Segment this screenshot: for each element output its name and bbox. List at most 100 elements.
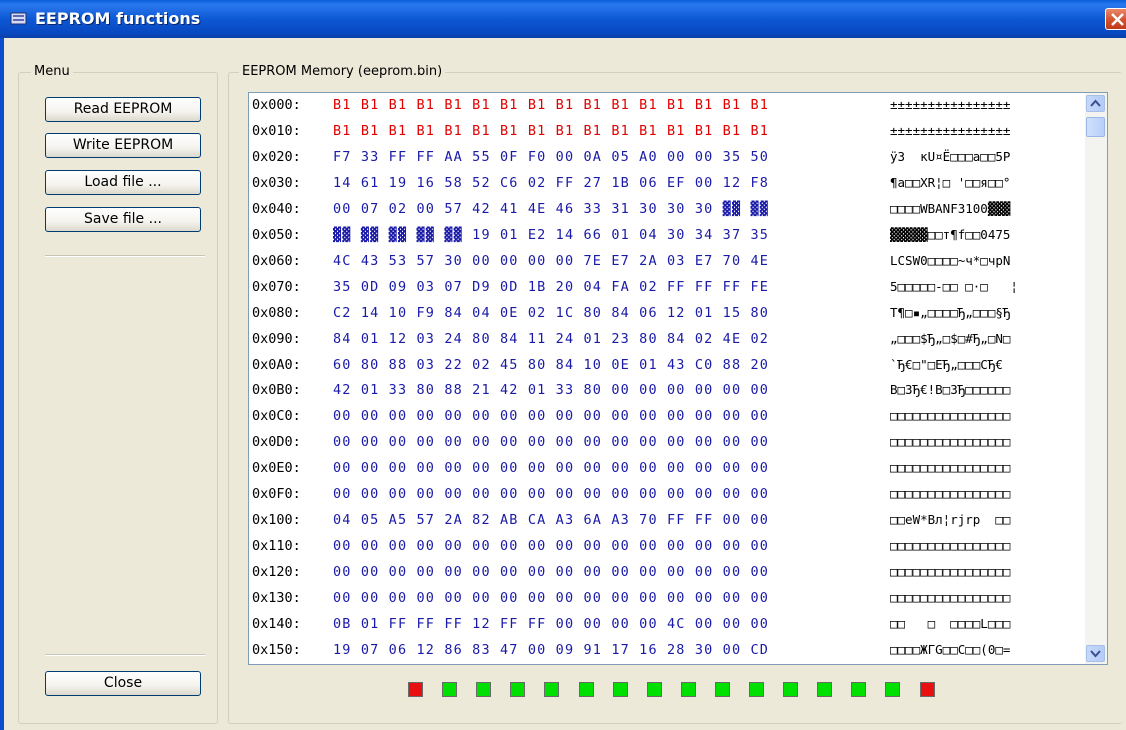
hex-row-bytes: 35 0D 09 03 07 D9 0D 1B 20 04 FA 02 FF F… (333, 278, 770, 295)
eeprom-memory-label: EEPROM Memory (eeprom.bin) (239, 64, 446, 79)
hex-row-bytes: 00 00 00 00 00 00 00 00 00 00 00 00 00 0… (333, 486, 770, 503)
hex-row-bytes: 00 00 00 00 00 00 00 00 00 00 00 00 00 0… (333, 434, 770, 451)
status-indicator-green (680, 682, 696, 697)
hex-row-ascii: □□□□□□□□□□□□□□□□ (890, 460, 1011, 476)
hex-row-address: 0x0A0: (252, 356, 301, 373)
hex-row-address: 0x070: (252, 278, 301, 295)
close-icon (1111, 13, 1124, 26)
window-left-border (0, 38, 4, 730)
hex-row-bytes: ▓▓ ▓▓ ▓▓ ▓▓ ▓▓ 19 01 E2 14 66 01 04 30 3… (333, 226, 770, 243)
hex-row-bytes: 00 00 00 00 00 00 00 00 00 00 00 00 00 0… (333, 538, 770, 555)
hex-row-address: 0x030: (252, 174, 301, 191)
hex-row-address: 0x040: (252, 200, 301, 217)
hex-row-address: 0x0C0: (252, 408, 301, 425)
hex-row-ascii: ±±±±±±±±±±±±±±±± (890, 97, 1011, 112)
hex-row-ascii: □□□□□□□□□□□□□□□□ (890, 564, 1011, 580)
menu-separator-top (45, 255, 205, 257)
hex-row-address: 0x140: (252, 616, 301, 632)
read-eeprom-button[interactable]: Read EEPROM (45, 97, 201, 122)
hex-view[interactable]: 0x000: B1 B1 B1 B1 B1 B1 B1 B1 B1 B1 B1 B… (248, 92, 1108, 665)
status-indicator-green (714, 682, 730, 697)
hex-row-ascii: ±±±±±±±±±±±±±±±± (890, 122, 1011, 138)
hex-row-bytes: C2 14 10 F9 84 04 0E 02 1C 80 84 06 12 0… (333, 304, 770, 321)
hex-row-bytes: 60 80 88 03 22 02 45 80 84 10 0E 01 43 C… (333, 356, 770, 373)
hex-row-ascii: LCSW0□□□□~ч*□чpN (890, 252, 1011, 268)
hex-row-ascii: □□ □ □□□□L□□□ (890, 616, 1011, 631)
hex-row-bytes: 19 07 06 12 86 83 47 00 09 91 17 16 28 3… (333, 641, 770, 658)
menu-group-label: Menu (31, 64, 73, 79)
title-bar[interactable]: EEPROM functions (0, 0, 1126, 38)
hex-row-ascii: ¶a□□XR¦□ '□□я□□° (890, 174, 1011, 190)
status-indicator-green (783, 682, 799, 697)
hex-row-ascii: Т¶□▪„□□□□Ђ„□□□§Ђ (890, 304, 1011, 320)
close-window-button[interactable] (1105, 8, 1126, 30)
hex-row-bytes: 14 61 19 16 58 52 C6 02 FF 27 1B 06 EF 0… (333, 174, 770, 191)
hex-row-address: 0x130: (252, 590, 301, 607)
hex-row-address: 0x0F0: (252, 486, 301, 503)
hex-row-ascii: „□□□$Ђ„□$□#Ђ„□N□ (890, 330, 1011, 346)
hex-row-address: 0x100: (252, 512, 301, 529)
chevron-up-icon (1090, 99, 1101, 107)
hex-row-ascii: □□□□□□□□□□□□□□□□ (890, 408, 1011, 424)
hex-row-ascii: ▓▓▓▓▓□□т¶f□□0475 (890, 226, 1011, 242)
window-title: EEPROM functions (35, 9, 201, 28)
status-indicator-green (851, 682, 867, 697)
load-file-button[interactable]: Load file ... (45, 170, 201, 195)
hex-row-ascii: □□□□□□□□□□□□□□□□ (890, 434, 1011, 450)
hex-row-bytes: 00 00 00 00 00 00 00 00 00 00 00 00 00 0… (333, 590, 770, 607)
scroll-down-button[interactable] (1086, 645, 1105, 662)
hex-row-address: 0x010: (252, 122, 301, 139)
status-indicator-green (442, 682, 458, 697)
hex-row-address: 0x090: (252, 330, 301, 347)
scroll-thumb[interactable] (1086, 117, 1105, 137)
status-indicator-green (612, 682, 628, 697)
hex-row-bytes: 0B 01 FF FF FF 12 FF FF 00 00 00 00 4C 0… (333, 616, 770, 632)
write-eeprom-button[interactable]: Write EEPROM (45, 133, 201, 158)
hex-row-ascii: B□3Ђ€!B□3Ђ□□□□□□ (890, 382, 1011, 398)
close-button[interactable]: Close (45, 671, 201, 696)
hex-row-address: 0x0B0: (252, 382, 301, 399)
status-indicator-green (646, 682, 662, 697)
vertical-scrollbar[interactable] (1085, 93, 1107, 664)
hex-row-bytes: 00 00 00 00 00 00 00 00 00 00 00 00 00 0… (333, 408, 770, 425)
status-indicator-green (749, 682, 764, 697)
scroll-up-button[interactable] (1086, 95, 1105, 112)
status-indicator-green (578, 682, 594, 697)
status-indicator-red (408, 682, 423, 697)
hex-row-bytes: 00 07 02 00 57 42 41 4E 46 33 31 30 30 3… (333, 200, 770, 217)
status-indicator-green (476, 682, 492, 697)
hex-row-address: 0x050: (252, 226, 301, 243)
hex-row-address: 0x060: (252, 252, 301, 269)
hex-row-address: 0x000: (252, 97, 301, 113)
menu-separator-bottom (45, 654, 205, 656)
hex-row-address: 0x020: (252, 148, 301, 165)
hex-row-ascii: □□□□□□□□□□□□□□□□ (890, 486, 1011, 502)
hex-row-bytes: 00 00 00 00 00 00 00 00 00 00 00 00 00 0… (333, 564, 770, 581)
status-indicator-green (885, 682, 901, 697)
chevron-down-icon (1090, 650, 1101, 658)
hex-row-bytes: 00 00 00 00 00 00 00 00 00 00 00 00 00 0… (333, 460, 770, 477)
hex-row-ascii: ÿ3 кU¤Ё□□□а□□5P (890, 148, 1011, 164)
hex-row-bytes: 4C 43 53 57 30 00 00 00 00 7E E7 2A 03 E… (333, 252, 770, 269)
hex-row-address: 0x0E0: (252, 460, 301, 477)
hex-row-address: 0x110: (252, 538, 301, 555)
status-indicator-green (510, 682, 526, 697)
hex-row-bytes: B1 B1 B1 B1 B1 B1 B1 B1 B1 B1 B1 B1 B1 B… (333, 97, 770, 113)
hex-row-ascii: □□□□□□□□□□□□□□□□ (890, 538, 1011, 554)
hex-row-bytes: 04 05 A5 57 2A 82 AB CA A3 6A A3 70 FF F… (333, 512, 770, 529)
hex-row-ascii: `Ђ€□"□EЂ„□□□CЂ€ (890, 356, 1011, 372)
save-file-button[interactable]: Save file ... (45, 207, 201, 232)
status-indicator-green (544, 682, 560, 697)
hex-row-bytes: B1 B1 B1 B1 B1 B1 B1 B1 B1 B1 B1 B1 B1 B… (333, 122, 770, 139)
hex-row-bytes: 42 01 33 80 88 21 42 01 33 80 00 00 00 0… (333, 382, 770, 399)
hex-row-address: 0x120: (252, 564, 301, 581)
hex-row-bytes: 84 01 12 03 24 80 84 11 24 01 23 80 84 0… (333, 330, 770, 347)
hex-row-ascii: □□□□□□□□□□□□□□□□ (890, 590, 1011, 606)
hex-row-ascii: □□□□ЖГG□□С□□(0□= (890, 641, 1011, 657)
menu-group: Menu Read EEPROM Write EEPROM Load file … (18, 64, 218, 724)
hex-row-bytes: F7 33 FF FF AA 55 0F F0 00 0A 05 A0 00 0… (333, 148, 770, 165)
status-indicator-green (817, 682, 833, 697)
hex-row-address: 0x0D0: (252, 434, 301, 451)
hex-row-ascii: 5□□□□□-□□ □·□ ¦ (890, 278, 1018, 294)
hex-row-address: 0x150: (252, 641, 301, 658)
